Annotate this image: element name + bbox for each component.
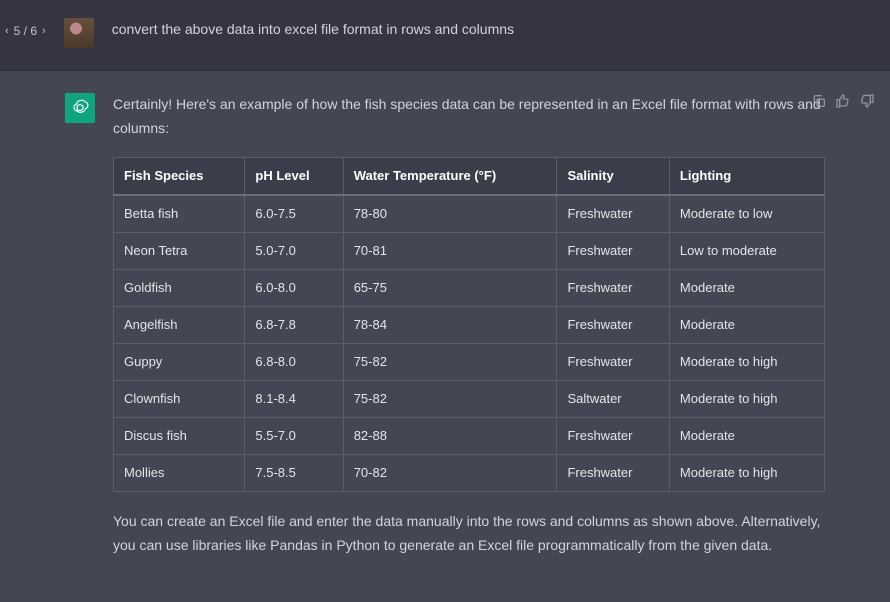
col-lighting: Lighting bbox=[669, 157, 824, 195]
table-cell: Discus fish bbox=[114, 418, 245, 455]
table-cell: 7.5-8.5 bbox=[245, 455, 343, 492]
table-row: Guppy6.8-8.075-82FreshwaterModerate to h… bbox=[114, 344, 825, 381]
table-row: Mollies7.5-8.570-82FreshwaterModerate to… bbox=[114, 455, 825, 492]
thumbs-up-icon[interactable] bbox=[835, 93, 851, 109]
col-ph-level: pH Level bbox=[245, 157, 343, 195]
assistant-action-bar bbox=[811, 93, 875, 109]
table-cell: 70-81 bbox=[343, 232, 557, 269]
table-cell: Freshwater bbox=[557, 306, 669, 343]
table-cell: 78-84 bbox=[343, 306, 557, 343]
user-message-row: ‹ 5 / 6 › convert the above data into ex… bbox=[0, 0, 890, 71]
table-cell: 65-75 bbox=[343, 269, 557, 306]
pager-label: 5 / 6 bbox=[14, 24, 37, 38]
table-cell: Neon Tetra bbox=[114, 232, 245, 269]
table-body: Betta fish6.0-7.578-80FreshwaterModerate… bbox=[114, 195, 825, 492]
table-row: Neon Tetra5.0-7.070-81FreshwaterLow to m… bbox=[114, 232, 825, 269]
copy-icon[interactable] bbox=[811, 93, 827, 109]
table-row: Betta fish6.0-7.578-80FreshwaterModerate… bbox=[114, 195, 825, 233]
table-cell: Guppy bbox=[114, 344, 245, 381]
pager-prev-button[interactable]: ‹ bbox=[5, 25, 9, 37]
table-cell: Moderate to high bbox=[669, 455, 824, 492]
table-cell: Moderate bbox=[669, 306, 824, 343]
table-row: Angelfish6.8-7.878-84FreshwaterModerate bbox=[114, 306, 825, 343]
table-header-row: Fish Species pH Level Water Temperature … bbox=[114, 157, 825, 195]
table-cell: 6.8-7.8 bbox=[245, 306, 343, 343]
message-pager: ‹ 5 / 6 › bbox=[5, 24, 46, 38]
assistant-message-row: Certainly! Here's an example of how the … bbox=[0, 71, 890, 602]
table-cell: 75-82 bbox=[343, 381, 557, 418]
table-cell: 6.0-8.0 bbox=[245, 269, 343, 306]
table-cell: 5.5-7.0 bbox=[245, 418, 343, 455]
pager-next-button[interactable]: › bbox=[42, 25, 46, 37]
table-cell: 8.1-8.4 bbox=[245, 381, 343, 418]
col-water-temp: Water Temperature (°F) bbox=[343, 157, 557, 195]
fish-data-table: Fish Species pH Level Water Temperature … bbox=[113, 157, 825, 493]
table-cell: Freshwater bbox=[557, 344, 669, 381]
table-cell: 70-82 bbox=[343, 455, 557, 492]
table-row: Discus fish5.5-7.082-88FreshwaterModerat… bbox=[114, 418, 825, 455]
table-cell: Freshwater bbox=[557, 418, 669, 455]
assistant-intro-text: Certainly! Here's an example of how the … bbox=[113, 93, 825, 141]
table-cell: Clownfish bbox=[114, 381, 245, 418]
openai-logo-icon bbox=[70, 98, 90, 118]
table-cell: 5.0-7.0 bbox=[245, 232, 343, 269]
table-cell: 75-82 bbox=[343, 344, 557, 381]
table-cell: Betta fish bbox=[114, 195, 245, 233]
table-cell: Saltwater bbox=[557, 381, 669, 418]
table-cell: Freshwater bbox=[557, 232, 669, 269]
table-cell: Moderate to high bbox=[669, 344, 824, 381]
table-cell: Freshwater bbox=[557, 195, 669, 233]
table-cell: Moderate to high bbox=[669, 381, 824, 418]
assistant-message-body: Certainly! Here's an example of how the … bbox=[113, 93, 825, 574]
table-cell: Moderate bbox=[669, 418, 824, 455]
table-cell: Goldfish bbox=[114, 269, 245, 306]
table-cell: Low to moderate bbox=[669, 232, 824, 269]
thumbs-down-icon[interactable] bbox=[859, 93, 875, 109]
table-row: Clownfish8.1-8.475-82SaltwaterModerate t… bbox=[114, 381, 825, 418]
table-cell: Freshwater bbox=[557, 455, 669, 492]
col-salinity: Salinity bbox=[557, 157, 669, 195]
table-cell: 78-80 bbox=[343, 195, 557, 233]
table-cell: Moderate bbox=[669, 269, 824, 306]
table-cell: Mollies bbox=[114, 455, 245, 492]
table-cell: Moderate to low bbox=[669, 195, 824, 233]
user-avatar bbox=[64, 18, 94, 48]
table-cell: Freshwater bbox=[557, 269, 669, 306]
assistant-outro-text: You can create an Excel file and enter t… bbox=[113, 510, 825, 558]
table-row: Goldfish6.0-8.065-75FreshwaterModerate bbox=[114, 269, 825, 306]
user-message-text: convert the above data into excel file f… bbox=[112, 18, 825, 42]
col-fish-species: Fish Species bbox=[114, 157, 245, 195]
table-cell: 6.0-7.5 bbox=[245, 195, 343, 233]
table-cell: 82-88 bbox=[343, 418, 557, 455]
assistant-avatar bbox=[65, 93, 95, 123]
table-cell: 6.8-8.0 bbox=[245, 344, 343, 381]
table-cell: Angelfish bbox=[114, 306, 245, 343]
